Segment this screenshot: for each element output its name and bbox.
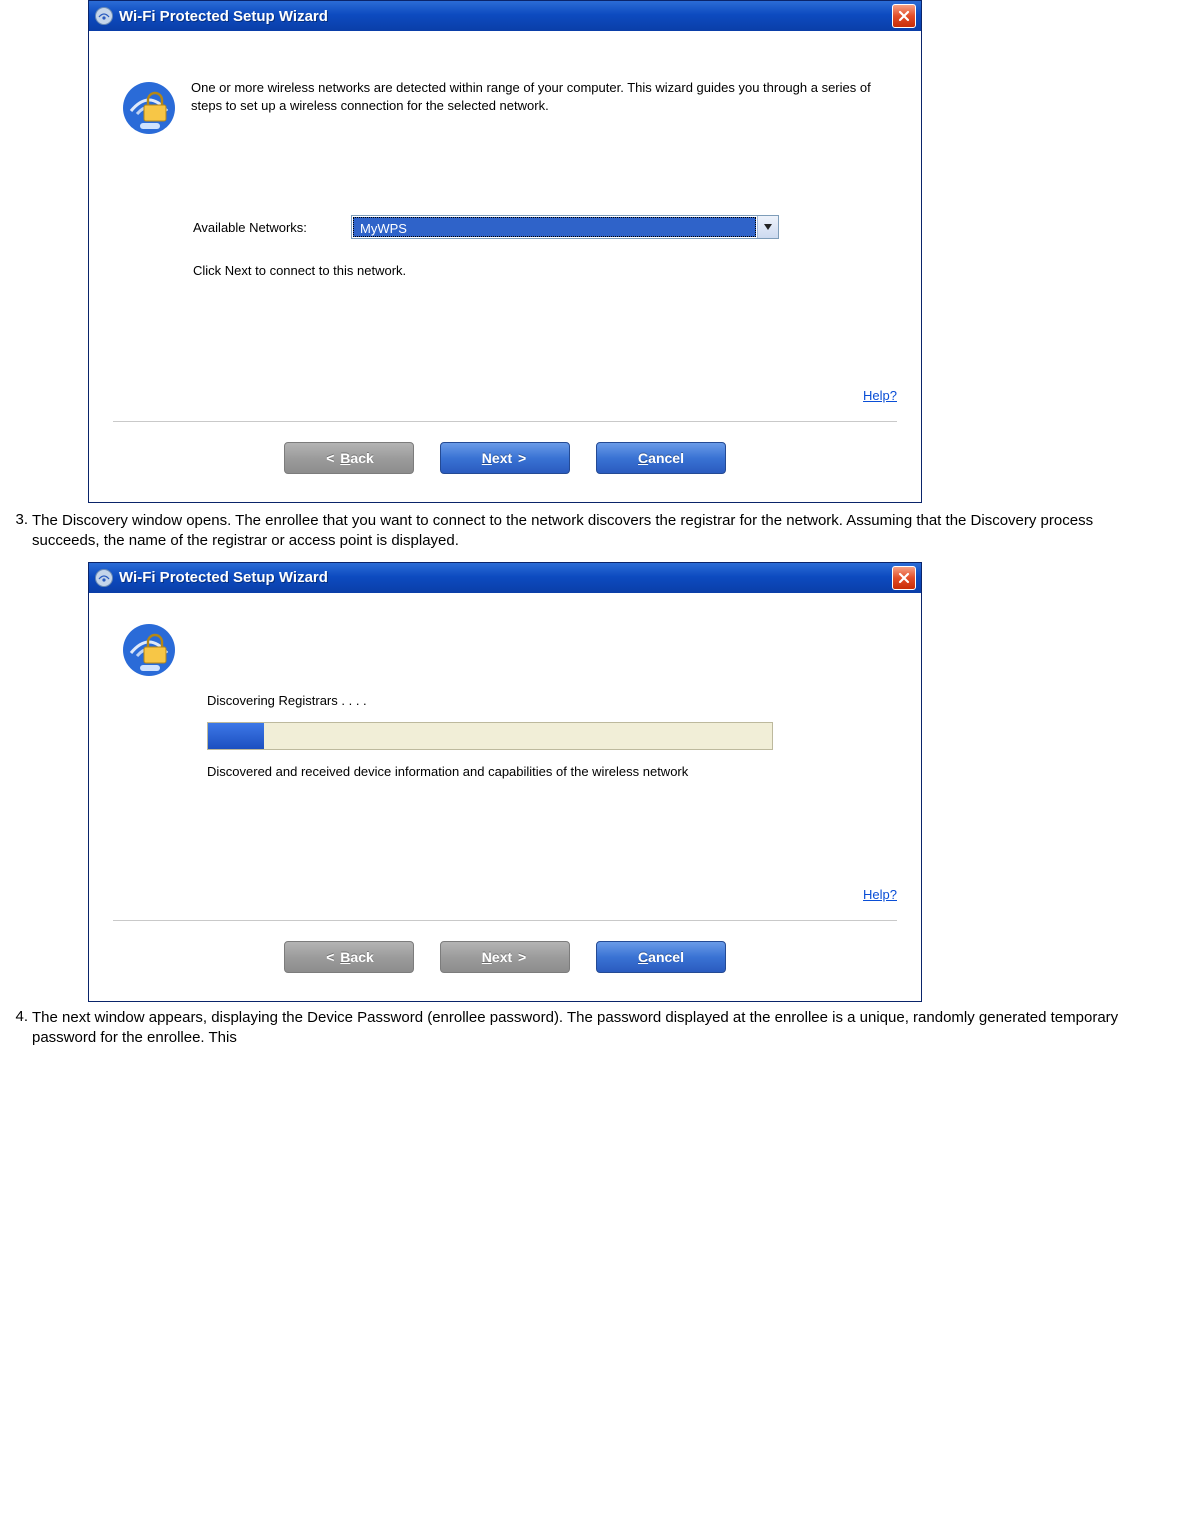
back-button[interactable]: < Back xyxy=(284,941,414,973)
available-networks-row: Available Networks: MyWPS xyxy=(193,215,881,239)
app-icon xyxy=(95,7,113,25)
wizard-hero-icon xyxy=(113,621,185,677)
close-button[interactable] xyxy=(892,566,916,590)
wizard-buttons: < Back Next > Cancel xyxy=(89,422,921,502)
help-link[interactable]: Help? xyxy=(89,887,921,902)
step-4: 4. The next window appears, displaying t… xyxy=(0,1008,1178,1049)
titlebar-left: Wi-Fi Protected Setup Wizard xyxy=(95,569,328,587)
available-networks-label: Available Networks: xyxy=(193,220,351,235)
intro-text: One or more wireless networks are detect… xyxy=(185,79,897,114)
cancel-button[interactable]: Cancel xyxy=(596,442,726,474)
available-networks-combo[interactable]: MyWPS xyxy=(351,215,779,239)
back-button[interactable]: < Back xyxy=(284,442,414,474)
wizard-hero-icon xyxy=(113,79,185,135)
wizard-dialog-2: Wi-Fi Protected Setup Wizard xyxy=(88,562,922,1002)
next-button[interactable]: Next > xyxy=(440,442,570,474)
step-text: The next window appears, displaying the … xyxy=(32,1008,1178,1049)
app-icon xyxy=(95,569,113,587)
progress-fill xyxy=(208,723,264,749)
discovery-status: Discovered and received device informati… xyxy=(207,764,881,779)
window-title: Wi-Fi Protected Setup Wizard xyxy=(119,8,328,25)
step-text: The Discovery window opens. The enrollee… xyxy=(32,511,1178,552)
discovering-label: Discovering Registrars . . . . xyxy=(207,693,881,708)
close-button[interactable] xyxy=(892,4,916,28)
step-3: 3. The Discovery window opens. The enrol… xyxy=(0,511,1178,552)
connect-hint: Click Next to connect to this network. xyxy=(193,263,881,278)
close-icon xyxy=(898,10,910,22)
window-title: Wi-Fi Protected Setup Wizard xyxy=(119,569,328,586)
step-number: 3. xyxy=(0,511,32,528)
dialog-body: Discovering Registrars . . . . Discovere… xyxy=(89,593,921,1001)
combo-dropdown-button[interactable] xyxy=(757,216,778,238)
titlebar-left: Wi-Fi Protected Setup Wizard xyxy=(95,7,328,25)
combo-selected-value: MyWPS xyxy=(353,217,756,237)
progress-bar xyxy=(207,722,773,750)
step-number: 4. xyxy=(0,1008,32,1025)
help-link[interactable]: Help? xyxy=(89,388,921,403)
titlebar: Wi-Fi Protected Setup Wizard xyxy=(89,1,921,31)
close-icon xyxy=(898,572,910,584)
cancel-button[interactable]: Cancel xyxy=(596,941,726,973)
wizard-dialog-1: Wi-Fi Protected Setup Wizard xyxy=(88,0,922,503)
titlebar: Wi-Fi Protected Setup Wizard xyxy=(89,563,921,593)
dialog-body: One or more wireless networks are detect… xyxy=(89,31,921,502)
next-button[interactable]: Next > xyxy=(440,941,570,973)
wizard-buttons: < Back Next > Cancel xyxy=(89,921,921,1001)
